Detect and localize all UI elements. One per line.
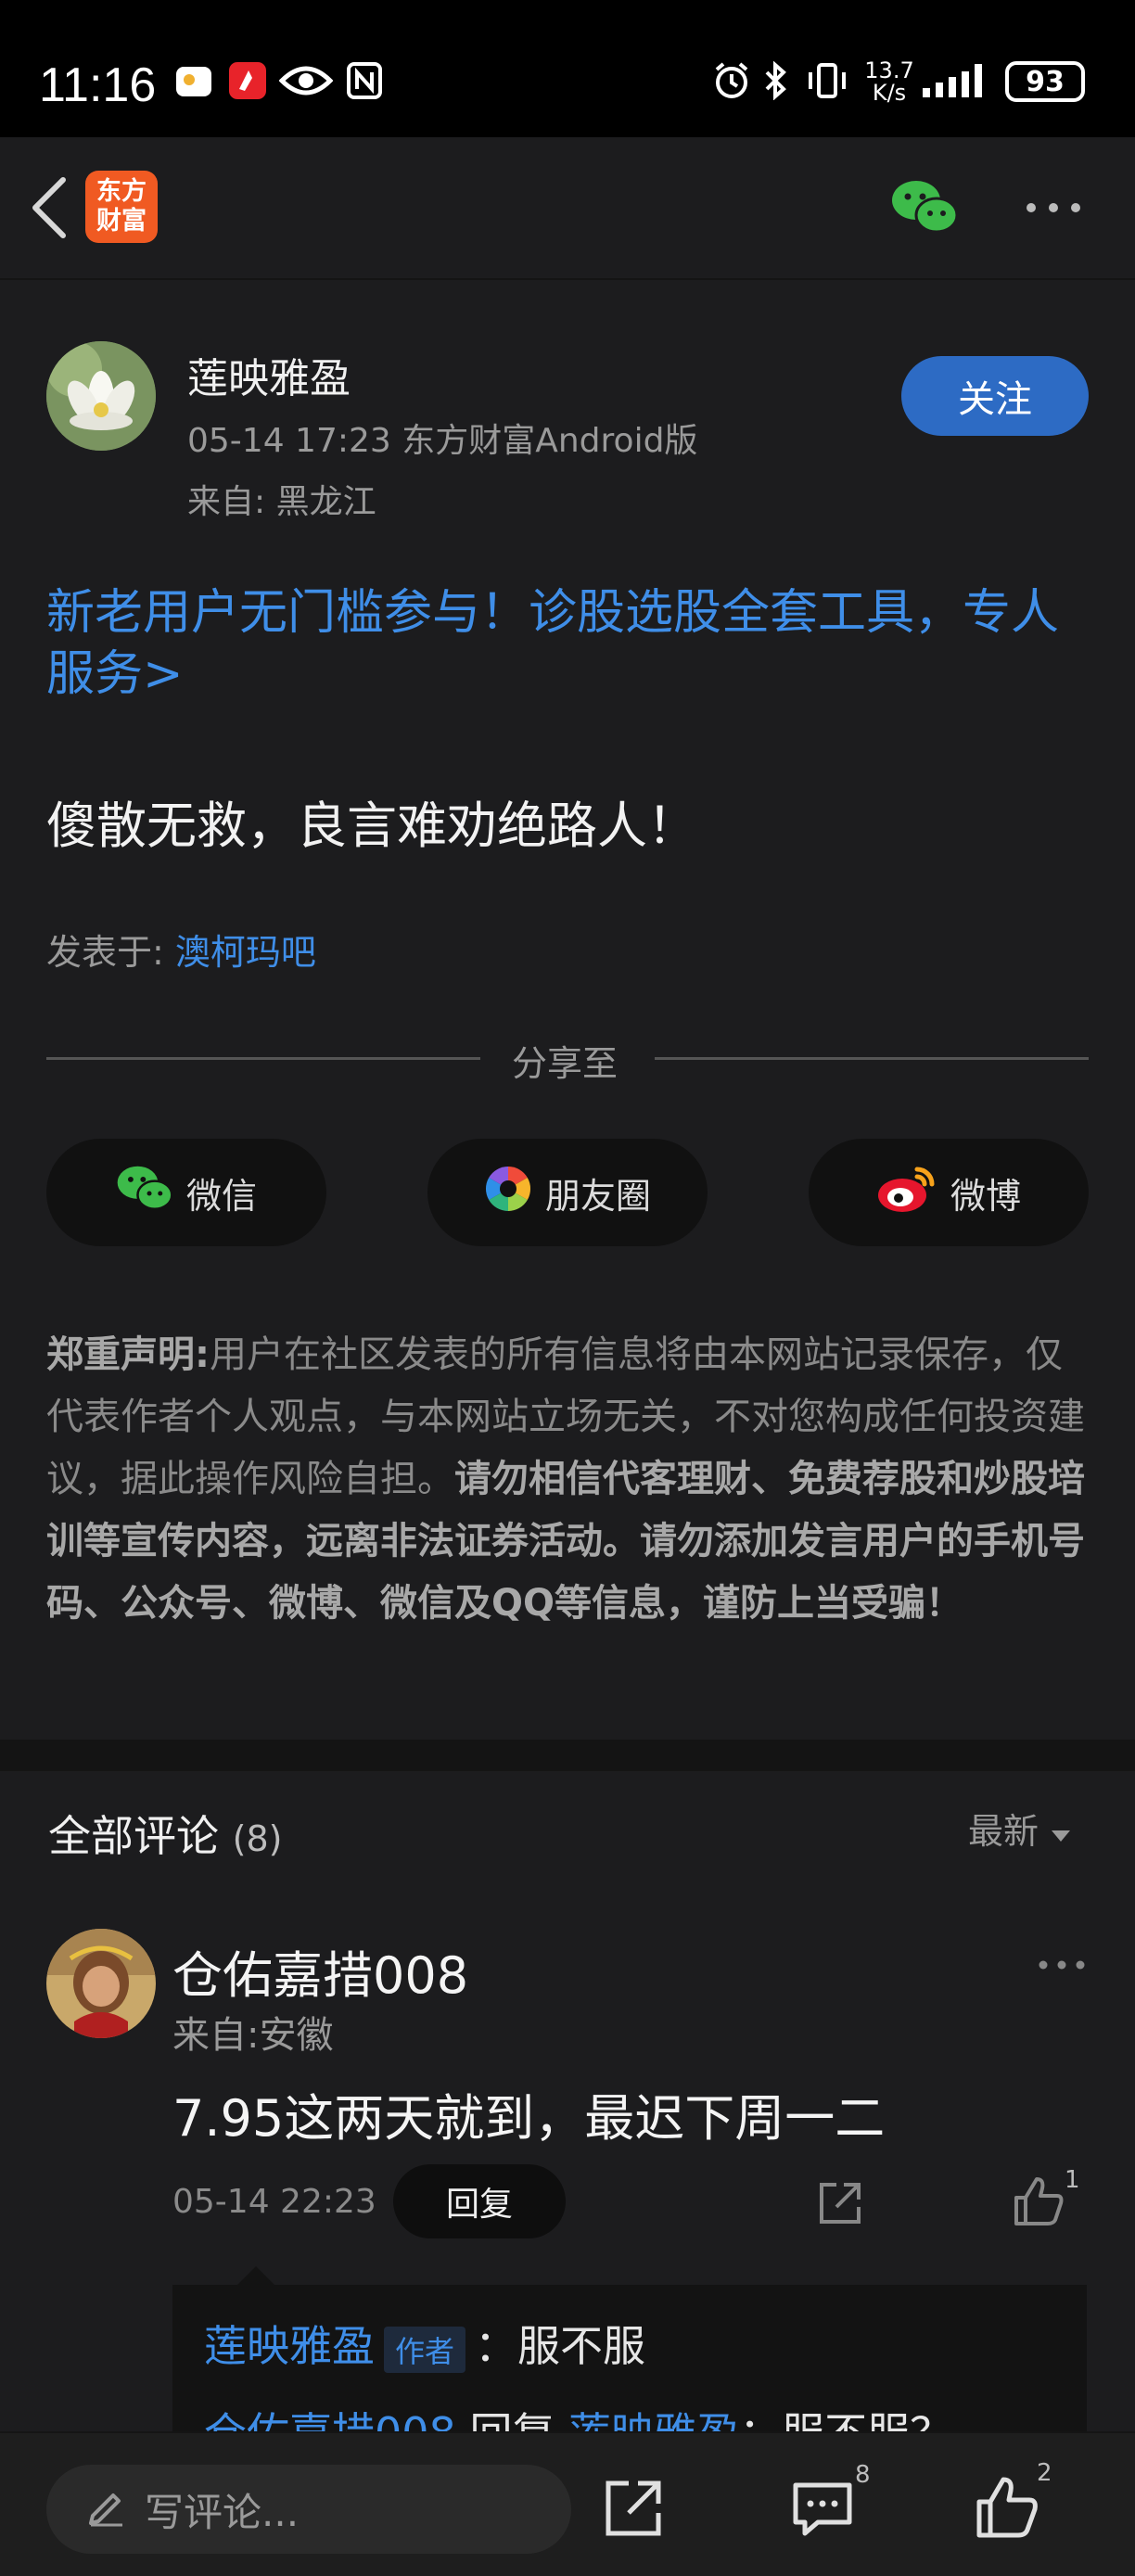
network-speed-value: 13.7 — [864, 57, 914, 83]
status-bar: 11:16 13.7 K/s 93 — [0, 0, 1135, 137]
reply-button[interactable]: 回复 — [393, 2164, 566, 2238]
comments-count: (8) — [232, 1818, 283, 1859]
comment-input-placeholder: 写评论... — [145, 2489, 300, 2535]
commenter-name[interactable]: 仓佑嘉措008 — [172, 1934, 468, 2008]
bar-link[interactable]: 澳柯玛吧 — [175, 932, 316, 973]
reply-text: ：服不服？ — [739, 2408, 953, 2433]
comments-icon[interactable] — [790, 2480, 855, 2539]
logo-line-2: 财富 — [96, 207, 147, 236]
back-icon[interactable] — [22, 172, 78, 243]
signal-icon — [920, 59, 994, 102]
share-moments-label: 朋友圈 — [544, 1175, 651, 1217]
status-time: 11:16 — [39, 58, 157, 112]
nav-bar: 东方 财富 — [0, 137, 1135, 280]
author-avatar[interactable] — [46, 341, 156, 451]
weibo-icon — [876, 1164, 937, 1222]
share-weibo-label: 微博 — [950, 1175, 1021, 1217]
share-divider-right — [655, 1057, 1089, 1060]
battery-level: 93 — [1026, 65, 1065, 98]
section-divider — [0, 1740, 1135, 1771]
dongfang-app-icon — [226, 59, 269, 102]
follow-button[interactable]: 关注 — [901, 356, 1089, 436]
reply-thread: 莲映雅盈 作者 ：服不服 仓佑嘉措008 回复 莲映雅盈：服不服？ — [172, 2285, 1087, 2433]
comment-input[interactable]: 写评论... — [46, 2465, 571, 2554]
reply-item[interactable]: 莲映雅盈 作者 ：服不服 — [204, 2313, 645, 2374]
network-speed: 13.7 K/s — [864, 59, 914, 104]
share-moments-button[interactable]: 朋友圈 — [427, 1139, 708, 1246]
reply-text: ：服不服 — [475, 2321, 646, 2371]
logo-line-1: 东方 — [96, 177, 147, 206]
nfc-icon — [343, 59, 386, 102]
pencil-icon — [87, 2488, 126, 2531]
reply-item[interactable]: 仓佑嘉措008 回复 莲映雅盈：服不服？ — [204, 2400, 952, 2433]
vibrate-icon — [803, 59, 851, 102]
author-badge: 作者 — [384, 2326, 466, 2373]
comments-header: 全部评论 (8) — [48, 1803, 282, 1864]
comments-count-badge: 8 — [855, 2461, 871, 2489]
reply-target[interactable]: 莲映雅盈 — [568, 2408, 739, 2433]
post-location: 来自: 黑龙江 — [187, 483, 376, 521]
bottom-bar: 写评论... 8 2 — [0, 2431, 1135, 2576]
comment-like-count: 1 — [1065, 2166, 1080, 2194]
share-wechat-label: 微信 — [185, 1175, 257, 1217]
share-divider-left — [46, 1057, 480, 1060]
wechat-icon[interactable] — [890, 178, 959, 237]
network-speed-unit: K/s — [872, 80, 907, 106]
comments-title: 全部评论 — [48, 1811, 219, 1861]
comment-like-icon[interactable] — [1013, 2175, 1065, 2227]
comment-location: 来自:安徽 — [172, 2014, 334, 2057]
posted-in: 发表于: 澳柯玛吧 — [46, 924, 316, 975]
share-wechat-button[interactable]: 微信 — [46, 1139, 326, 1246]
posted-in-label: 发表于: — [46, 932, 164, 973]
post-datetime-source: 05-14 17:23 东方财富Android版 — [187, 422, 698, 460]
sort-dropdown[interactable]: 最新 — [968, 1803, 1072, 1854]
reply-author[interactable]: 莲映雅盈 — [204, 2321, 375, 2371]
more-icon[interactable] — [1024, 198, 1083, 217]
comment-time: 05-14 22:23 — [172, 2183, 376, 2221]
reply-verb: 回复 — [469, 2408, 555, 2433]
sort-label: 最新 — [968, 1811, 1039, 1852]
reply-box-caret — [237, 2266, 274, 2285]
comment-text: 7.95这两天就到，最迟下周一二 — [172, 2089, 886, 2148]
promo-link[interactable]: 新老用户无门槛参与！诊股选股全套工具，专人服务> — [46, 582, 1094, 705]
bluetooth-icon — [760, 59, 792, 102]
like-count-badge: 2 — [1037, 2459, 1052, 2487]
comment-share-icon[interactable] — [816, 2179, 864, 2227]
eye-icon — [278, 59, 334, 102]
post-body: 傻散无救，良言难劝绝路人！ — [46, 797, 697, 855]
like-icon[interactable] — [976, 2476, 1039, 2539]
share-weibo-button[interactable]: 微博 — [809, 1139, 1089, 1246]
share-title: 分享至 — [512, 1043, 619, 1084]
wechat-share-icon — [116, 1164, 173, 1222]
commenter-avatar[interactable] — [46, 1929, 156, 2038]
caret-down-icon — [1050, 1811, 1072, 1852]
share-icon[interactable] — [603, 2478, 664, 2539]
gallery-app-icon — [172, 59, 215, 102]
disclaimer-heading: 郑重声明: — [46, 1333, 210, 1376]
battery-indicator: 93 — [1005, 61, 1085, 102]
comment-more-icon[interactable] — [1037, 1957, 1087, 1973]
eastmoney-logo[interactable]: 东方 财富 — [85, 171, 158, 243]
author-name[interactable]: 莲映雅盈 — [187, 345, 351, 404]
moments-icon — [484, 1165, 532, 1221]
reply-author[interactable]: 仓佑嘉措008 — [204, 2408, 456, 2433]
alarm-icon — [710, 59, 753, 102]
disclaimer: 郑重声明:用户在社区发表的所有信息将由本网站记录保存，仅代表作者个人观点，与本网… — [46, 1324, 1094, 1635]
